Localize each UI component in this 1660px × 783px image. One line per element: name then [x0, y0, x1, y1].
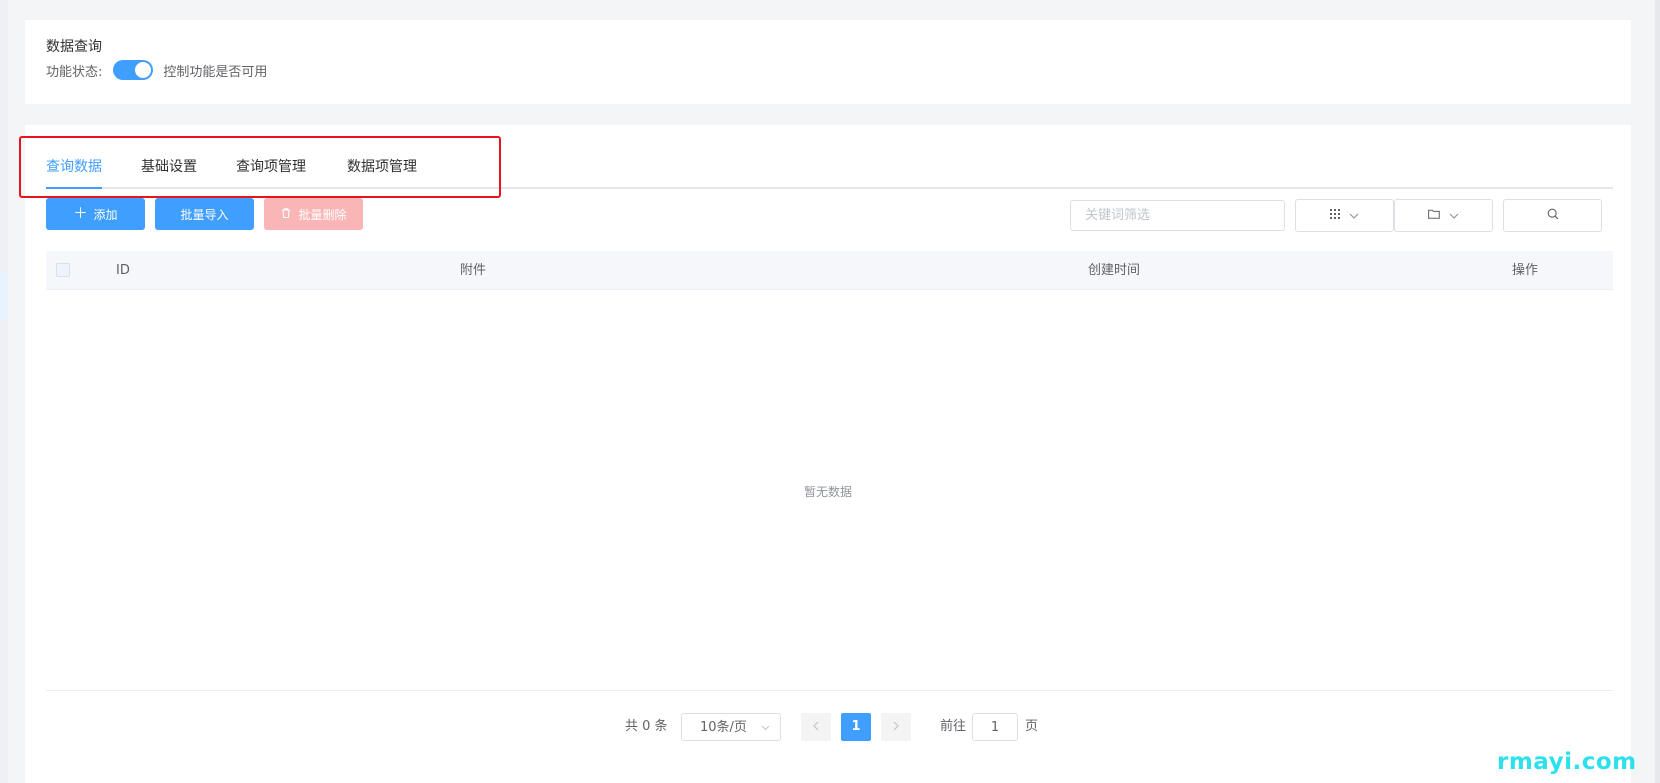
column-settings-dropdown[interactable] [1295, 199, 1394, 232]
search-icon [1547, 208, 1559, 224]
left-sidebar-edge [0, 0, 8, 783]
status-label: 功能状态: [46, 64, 103, 80]
status-hint: 控制功能是否可用 [163, 64, 268, 80]
chevron-down-icon [1349, 208, 1359, 223]
column-header-id: ID [116, 263, 130, 278]
tab-data-item-management[interactable]: 数据项管理 [347, 147, 417, 189]
plus-icon: ＋ [73, 206, 88, 222]
batch-import-button[interactable]: 批量导入 [155, 198, 254, 230]
status-row: 功能状态: 控制功能是否可用 [46, 60, 267, 80]
page-number-current[interactable]: 1 [841, 713, 871, 741]
column-header-created-time: 创建时间 [1088, 263, 1141, 278]
goto-page-input[interactable]: 1 [972, 713, 1018, 741]
chevron-down-icon [1449, 208, 1459, 223]
select-all-checkbox[interactable] [56, 263, 70, 277]
trash-icon [280, 207, 292, 222]
total-count: 共 0 条 [625, 719, 668, 734]
page-size-select[interactable]: 10条/页 [681, 713, 781, 741]
export-folder-dropdown[interactable] [1394, 199, 1493, 232]
toggle-knob [135, 62, 152, 78]
column-header-actions: 操作 [1512, 263, 1539, 278]
chevron-down-icon [761, 714, 770, 742]
keyword-filter-input[interactable] [1070, 200, 1285, 231]
grid-icon [1330, 208, 1340, 223]
watermark: rmayi.com [1497, 749, 1637, 775]
next-page-button[interactable] [881, 713, 911, 741]
tab-bar: 查询数据 基础设置 查询项管理 数据项管理 [46, 147, 1613, 189]
add-button[interactable]: ＋ 添加 [46, 198, 145, 230]
table-header: ID 附件 创建时间 操作 [46, 251, 1613, 290]
batch-delete-label: 批量删除 [298, 207, 347, 222]
header-card: 数据查询 功能状态: 控制功能是否可用 [25, 20, 1631, 104]
folder-icon [1428, 208, 1440, 223]
page-size-value: 10条/页 [700, 720, 747, 735]
main-card: 查询数据 基础设置 查询项管理 数据项管理 ＋ 添加 批量导入 批量删除 关键词… [25, 125, 1631, 783]
pagination: 共 0 条 10条/页 1 前往 1 页 [25, 713, 1631, 741]
batch-delete-button[interactable]: 批量删除 [264, 198, 363, 230]
prev-page-button[interactable] [801, 713, 831, 741]
sidebar-selected-item[interactable] [0, 272, 8, 320]
table-bottom-divider [46, 690, 1613, 691]
status-toggle[interactable] [113, 60, 154, 80]
active-tab-indicator [46, 187, 102, 189]
goto-prefix: 前往 [940, 719, 967, 734]
search-button[interactable] [1503, 199, 1602, 232]
page-title: 数据查询 [46, 39, 102, 55]
scrollbar[interactable] [1655, 0, 1660, 783]
tab-query-item-management[interactable]: 查询项管理 [236, 147, 306, 189]
batch-import-label: 批量导入 [180, 207, 229, 222]
tab-query-data[interactable]: 查询数据 [46, 147, 102, 189]
empty-state-text: 暂无数据 [803, 485, 852, 499]
column-header-attachment: 附件 [460, 263, 487, 278]
add-button-label: 添加 [93, 207, 118, 222]
goto-suffix: 页 [1025, 719, 1039, 734]
tab-basic-settings[interactable]: 基础设置 [141, 147, 197, 189]
